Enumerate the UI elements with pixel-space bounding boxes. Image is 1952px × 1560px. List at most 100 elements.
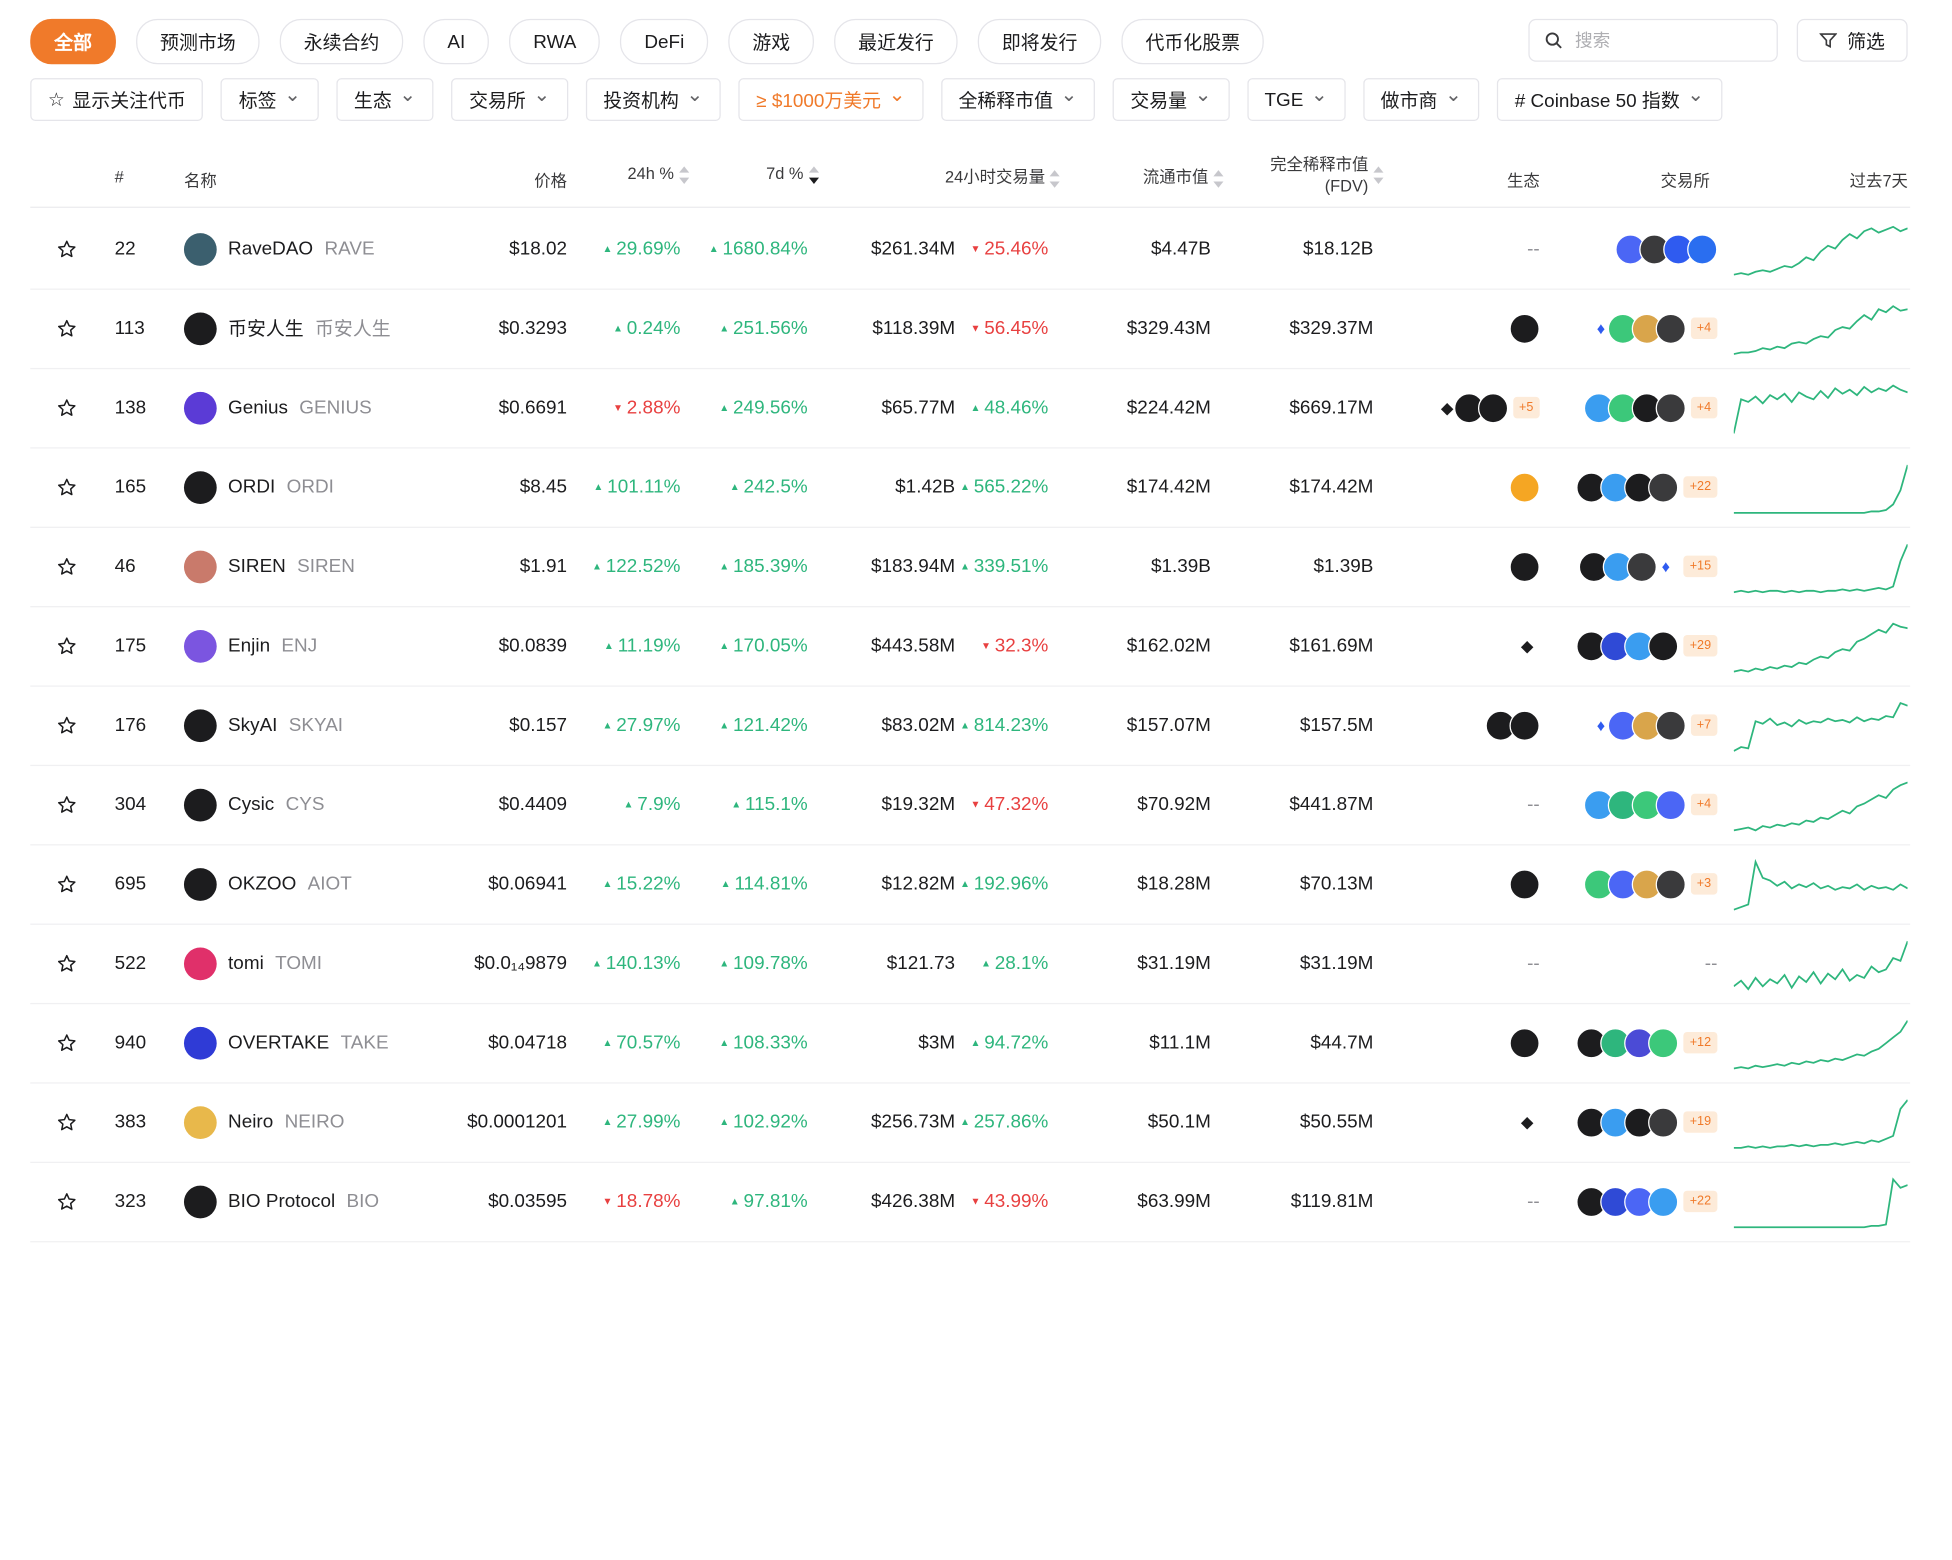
favorite-star[interactable]	[55, 527, 78, 606]
filter-chip[interactable]: ≥ $1000万美元 ⌄	[738, 78, 924, 121]
category-tab[interactable]: 永续合约	[279, 18, 404, 65]
header-change-7d[interactable]: 7d %	[766, 164, 819, 184]
coin-name: tomi	[228, 952, 264, 974]
exchange-more-badge[interactable]: +4	[1690, 396, 1718, 419]
category-tab[interactable]: 全部	[30, 18, 116, 65]
ecosystem-more-badge[interactable]: +5	[1512, 396, 1540, 419]
rank: 522	[114, 952, 147, 974]
table-row[interactable]: 304 Cysic CYS $0.4409 7.9% 115.1% $19.32M 47.32…	[30, 765, 1911, 846]
exchange-icon	[1648, 630, 1679, 661]
coin-name-cell[interactable]: Cysic CYS	[183, 765, 436, 844]
coin-name-cell[interactable]: ORDI ORDI	[183, 447, 436, 526]
change-24h: 27.99%	[572, 1082, 680, 1161]
filter-chip[interactable]: ☆ 显示关注代币	[30, 78, 204, 121]
coin-name-cell[interactable]: SkyAI SKYAI	[183, 685, 436, 764]
table-row[interactable]: 323 BIO Protocol BIO $0.03595 18.78% 97.81% $4…	[30, 1162, 1911, 1243]
exchange-more-badge[interactable]: +22	[1683, 1190, 1718, 1213]
star-icon	[57, 1192, 76, 1210]
table-row[interactable]: 940 OVERTAKE TAKE $0.04718 70.57% 108.33% $3M 9…	[30, 1003, 1911, 1084]
exchange-more-badge[interactable]: +4	[1690, 793, 1718, 816]
coin-name-cell[interactable]: 币安人生 币安人生	[183, 289, 436, 368]
favorite-star[interactable]	[55, 447, 78, 526]
exchange-more-badge[interactable]: +3	[1690, 873, 1718, 895]
change-24h-value: 122.52%	[592, 556, 681, 577]
exchange-icon	[1648, 1186, 1679, 1217]
header-eco: 生态	[1506, 171, 1540, 191]
volume-change: 43.99%	[958, 1162, 1048, 1241]
coin-name-cell[interactable]: RaveDAO RAVE	[183, 209, 436, 288]
filter-chip[interactable]: # Coinbase 50 指数 ⌄	[1497, 78, 1722, 121]
exchange-more-badge[interactable]: +12	[1683, 1031, 1718, 1054]
rank: 176	[114, 714, 147, 736]
favorite-star[interactable]	[55, 368, 78, 447]
table-row[interactable]: 22 RaveDAO RAVE $18.02 29.69% 1680.84% $261.34…	[30, 209, 1911, 290]
exchange-more-badge[interactable]: +29	[1683, 635, 1718, 657]
filter-chip[interactable]: 生态 ⌄	[336, 78, 434, 121]
chevron-down-icon: ⌄	[399, 84, 417, 106]
search-input[interactable]	[1572, 28, 1754, 52]
favorite-star[interactable]	[55, 1162, 78, 1241]
header-mcap[interactable]: 流通市值	[1143, 164, 1224, 188]
exchange-more-badge[interactable]: +22	[1683, 476, 1718, 498]
favorite-star[interactable]	[55, 209, 78, 288]
search-box[interactable]	[1528, 18, 1778, 62]
coin-name-cell[interactable]: Neiro NEIRO	[183, 1082, 436, 1161]
category-tab[interactable]: 代币化股票	[1121, 18, 1264, 65]
coin-name-cell[interactable]: OKZOO AIOT	[183, 844, 436, 923]
filter-chip[interactable]: 做市商 ⌄	[1363, 78, 1480, 121]
table-row[interactable]: 383 Neiro NEIRO $0.0001201 27.99% 102.92% $256…	[30, 1082, 1911, 1163]
rank: 383	[114, 1111, 147, 1133]
favorite-star[interactable]	[55, 844, 78, 923]
header-fdv[interactable]: 完全稀释市值 (FDV)	[1270, 154, 1384, 197]
favorite-star[interactable]	[55, 765, 78, 844]
favorite-star[interactable]	[55, 606, 78, 685]
header-change-24h[interactable]: 24h %	[627, 164, 690, 184]
favorite-star[interactable]	[55, 1082, 78, 1161]
table-row[interactable]: 176 SkyAI SKYAI $0.157 27.97% 121.42% $83.02M8…	[30, 685, 1911, 767]
exchange-more-badge[interactable]: +7	[1690, 714, 1718, 736]
coin-name-cell[interactable]: tomi TOMI	[183, 924, 436, 1003]
favorite-star[interactable]	[55, 924, 78, 1003]
exchange-icon	[1687, 233, 1718, 264]
header-volume[interactable]: 24小时交易量	[945, 164, 1061, 188]
favorite-star[interactable]	[55, 289, 78, 368]
filter-chip[interactable]: TGE ⌄	[1246, 78, 1346, 121]
category-tab[interactable]: DeFi	[620, 18, 709, 65]
coin-name-cell[interactable]: OVERTAKE TAKE	[183, 1003, 436, 1082]
table-row[interactable]: 138 Genius GENIUS $0.6691 2.88% 249.56% $65.77…	[30, 368, 1911, 449]
filter-button[interactable]: 筛选	[1796, 18, 1908, 62]
exchange-more-badge[interactable]: +15	[1683, 555, 1718, 578]
table-row[interactable]: 695 OKZOO AIOT $0.06941 15.22% 114.81% $12.82M…	[30, 844, 1911, 925]
change-24h: 101.11%	[572, 447, 680, 526]
sparkline-7d	[1733, 368, 1910, 447]
table-row[interactable]: 165 ORDI ORDI $8.45 101.11% 242.5% $1.42B565.2…	[30, 447, 1911, 528]
coin-name-cell[interactable]: Genius GENIUS	[183, 368, 436, 447]
star-icon	[57, 795, 76, 813]
category-tab[interactable]: 游戏	[728, 18, 815, 65]
exchange-more-badge[interactable]: +19	[1683, 1111, 1718, 1133]
filter-chip[interactable]: 交易所 ⌄	[451, 78, 568, 121]
table-row[interactable]: 175 Enjin ENJ $0.0839 11.19% 170.05% $443.58M 3…	[30, 606, 1911, 687]
change-24h-value: 2.88%	[613, 397, 681, 418]
coin-name-cell[interactable]: Enjin ENJ	[183, 606, 436, 685]
coin-name-cell[interactable]: BIO Protocol BIO	[183, 1162, 436, 1241]
category-tab[interactable]: 最近发行	[834, 18, 958, 65]
table-row[interactable]: 113 币安人生币安人生 $0.3293 0.24% 251.56% $118.39M 56…	[30, 289, 1911, 370]
table-row[interactable]: 522 tomi TOMI $0.0₁₄9879 140.13% 109.78% $121.…	[30, 924, 1911, 1005]
table-row[interactable]: 46 SIREN SIREN $1.91 122.52% 185.39% $183.94M3…	[30, 527, 1911, 608]
filter-chip[interactable]: 全稀释市值 ⌄	[940, 78, 1096, 121]
category-tab[interactable]: AI	[423, 18, 490, 65]
category-tab[interactable]: 预测市场	[136, 18, 260, 65]
change-7d-value: 115.1%	[731, 794, 808, 815]
category-tab[interactable]: 即将发行	[977, 18, 1102, 65]
category-tab[interactable]: RWA	[509, 18, 601, 65]
favorite-star[interactable]	[55, 1003, 78, 1082]
coin-name-cell[interactable]: SIREN SIREN	[183, 527, 436, 606]
exchange-more-badge[interactable]: +4	[1690, 317, 1718, 339]
filter-chip[interactable]: 标签 ⌄	[221, 78, 319, 121]
filter-chip[interactable]: 交易量 ⌄	[1112, 78, 1230, 121]
exchanges: --	[1550, 924, 1718, 1003]
filter-chip[interactable]: 投资机构 ⌄	[585, 78, 721, 121]
volume-change: 565.22%	[958, 447, 1049, 526]
favorite-star[interactable]	[55, 685, 78, 764]
